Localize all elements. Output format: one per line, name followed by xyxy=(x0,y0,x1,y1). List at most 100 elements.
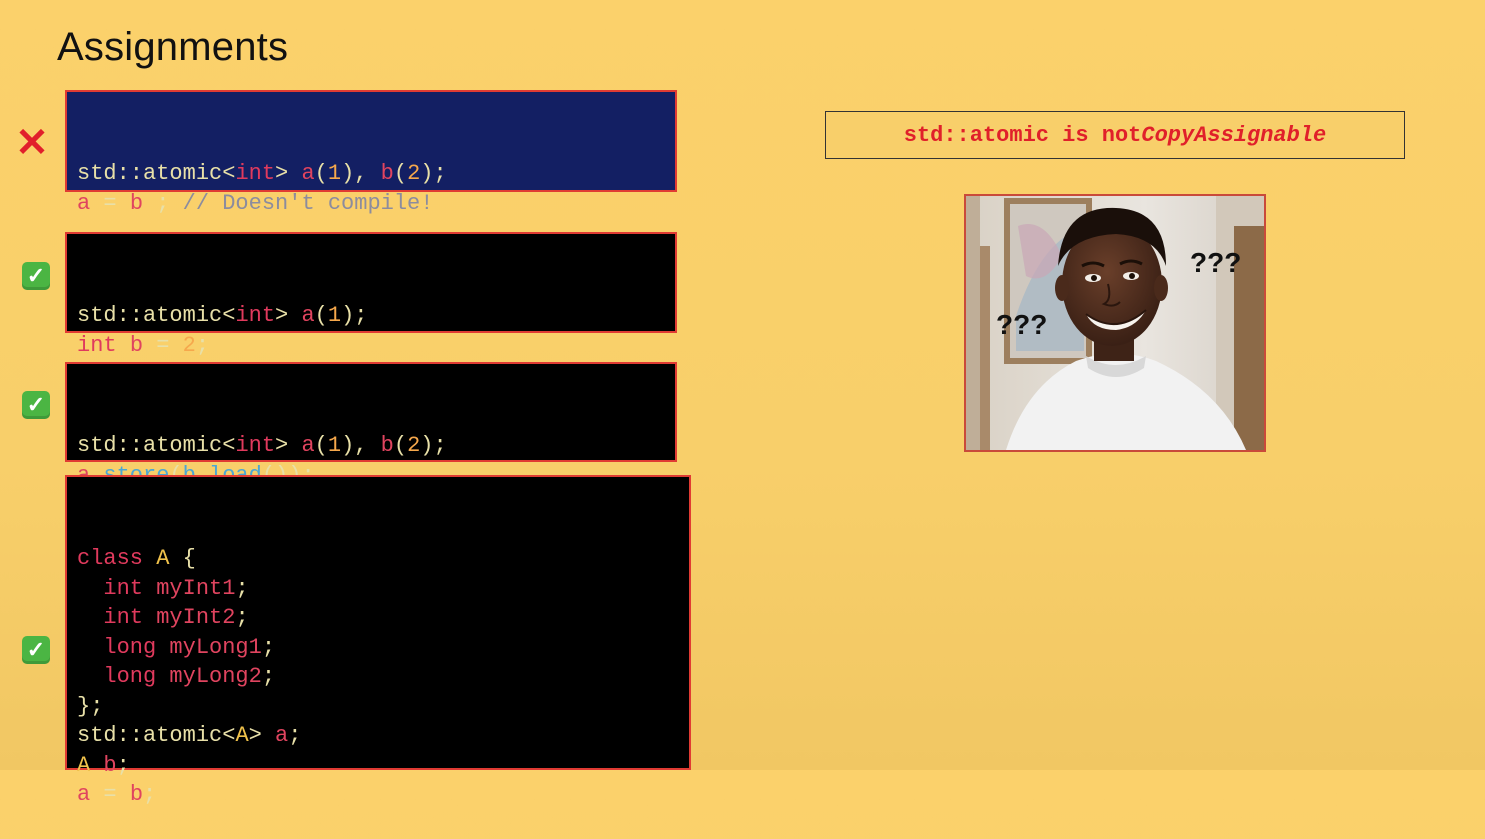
code-token: int xyxy=(103,605,144,630)
code-token: a xyxy=(301,433,315,458)
code-token: b xyxy=(129,332,144,358)
meme-illustration: ??? ??? xyxy=(966,196,1264,450)
code-token: myInt1 xyxy=(156,575,236,601)
code-token: 2 xyxy=(182,332,196,358)
code-block-copy-assign: std::atomic<int> a(1), b(2); a = b ; // D… xyxy=(65,90,677,216)
code-token: ; xyxy=(116,752,130,778)
code-token: // Doesn't compile! xyxy=(182,190,434,216)
code-token: > xyxy=(275,161,302,186)
code-token: A xyxy=(156,546,170,571)
code-token: 1 xyxy=(327,161,342,186)
code-token: ; xyxy=(195,332,210,358)
code-line: std::atomic<int> a(1), b(2); xyxy=(77,159,665,189)
code-token: ); xyxy=(420,161,447,186)
pass-check-icon: ✓ xyxy=(22,636,50,664)
code-token: > xyxy=(275,433,302,458)
code-token: = xyxy=(143,332,183,358)
code-token: int xyxy=(235,303,276,328)
code-token: 1 xyxy=(327,433,342,458)
code-token: ( xyxy=(393,161,408,186)
code-token: A xyxy=(77,752,91,778)
code-token: }; xyxy=(77,693,104,719)
code-token: long xyxy=(103,664,157,689)
code-token: ( xyxy=(314,161,328,186)
code-block-int-assign: std::atomic<int> a(1);int b = 2; a = b; xyxy=(65,232,677,387)
code-token: a xyxy=(301,303,315,328)
code-token: a xyxy=(301,161,315,186)
note-emphasis: CopyAssignable xyxy=(1141,122,1327,148)
fail-cross-icon: ✕ xyxy=(15,121,49,165)
code-token: ( xyxy=(314,303,328,328)
confused-meme-image: ??? ??? xyxy=(964,194,1266,452)
copy-assignable-note: std::atomic is not CopyAssignable xyxy=(825,111,1405,159)
code-block-store-load: std::atomic<int> a(1), b(2);a.store(b.lo… xyxy=(65,362,677,488)
code-line: std::atomic<A> a; xyxy=(77,721,679,751)
code-token: b xyxy=(380,433,394,458)
code-token: ( xyxy=(314,433,328,458)
code-token: std::atomic< xyxy=(77,723,236,748)
code-line: a = b ; // Doesn't compile! xyxy=(77,189,665,219)
code-token: 1 xyxy=(327,303,342,328)
code-token: long xyxy=(103,634,157,660)
code-token: std::atomic< xyxy=(77,303,236,328)
code-token: ), xyxy=(341,433,381,458)
code-token: ); xyxy=(420,433,447,458)
code-line: int myInt1; xyxy=(77,574,679,604)
code-token: class xyxy=(77,546,144,571)
code-token: a xyxy=(77,190,91,216)
meme-left-question-text: ??? xyxy=(996,309,1047,340)
meme-right-question-text: ??? xyxy=(1190,247,1241,278)
code-token: ; xyxy=(235,575,249,601)
code-token: myLong2 xyxy=(169,664,262,689)
code-token: ; xyxy=(143,190,183,216)
note-prefix: std::atomic is not xyxy=(903,122,1142,148)
code-token: ; xyxy=(143,782,157,807)
code-token: int xyxy=(235,433,276,458)
code-line: long myLong2; xyxy=(77,662,679,692)
code-token: = xyxy=(90,190,130,216)
code-token: > xyxy=(248,723,276,748)
code-line: a = b; xyxy=(77,780,679,810)
code-line: class A { xyxy=(77,544,679,574)
code-token: myLong1 xyxy=(169,634,262,660)
code-lines: std::atomic<int> a(1), b(2); a = b ; // D… xyxy=(77,159,665,218)
code-token: ; xyxy=(261,634,276,660)
code-token: { xyxy=(169,546,196,571)
code-line: long myLong1; xyxy=(77,633,679,663)
code-token: myInt2 xyxy=(156,605,236,630)
code-token: int xyxy=(235,161,276,186)
code-token: ; xyxy=(261,664,276,689)
code-token: a xyxy=(275,723,289,748)
code-token: 2 xyxy=(407,161,421,186)
code-line: std::atomic<int> a(1), b(2); xyxy=(77,431,665,461)
code-token: b xyxy=(103,752,117,778)
code-token: ( xyxy=(393,433,408,458)
code-token: 2 xyxy=(407,433,421,458)
code-line: }; xyxy=(77,692,679,722)
code-token: ), xyxy=(341,161,381,186)
code-token: ); xyxy=(341,303,368,328)
code-line: A b; xyxy=(77,751,679,781)
code-token: b xyxy=(380,161,394,186)
code-token: std::atomic< xyxy=(77,433,236,458)
code-token: b xyxy=(129,782,144,807)
pass-check-icon: ✓ xyxy=(22,391,50,419)
code-token: > xyxy=(275,303,302,328)
code-token: int xyxy=(77,332,117,358)
code-token: = xyxy=(90,782,130,807)
code-block-class-assign: class A { int myInt1; int myInt2; long m… xyxy=(65,475,691,807)
code-token: ; xyxy=(288,723,302,748)
code-line: std::atomic<int> a(1); xyxy=(77,301,665,331)
code-token: int xyxy=(103,575,144,601)
